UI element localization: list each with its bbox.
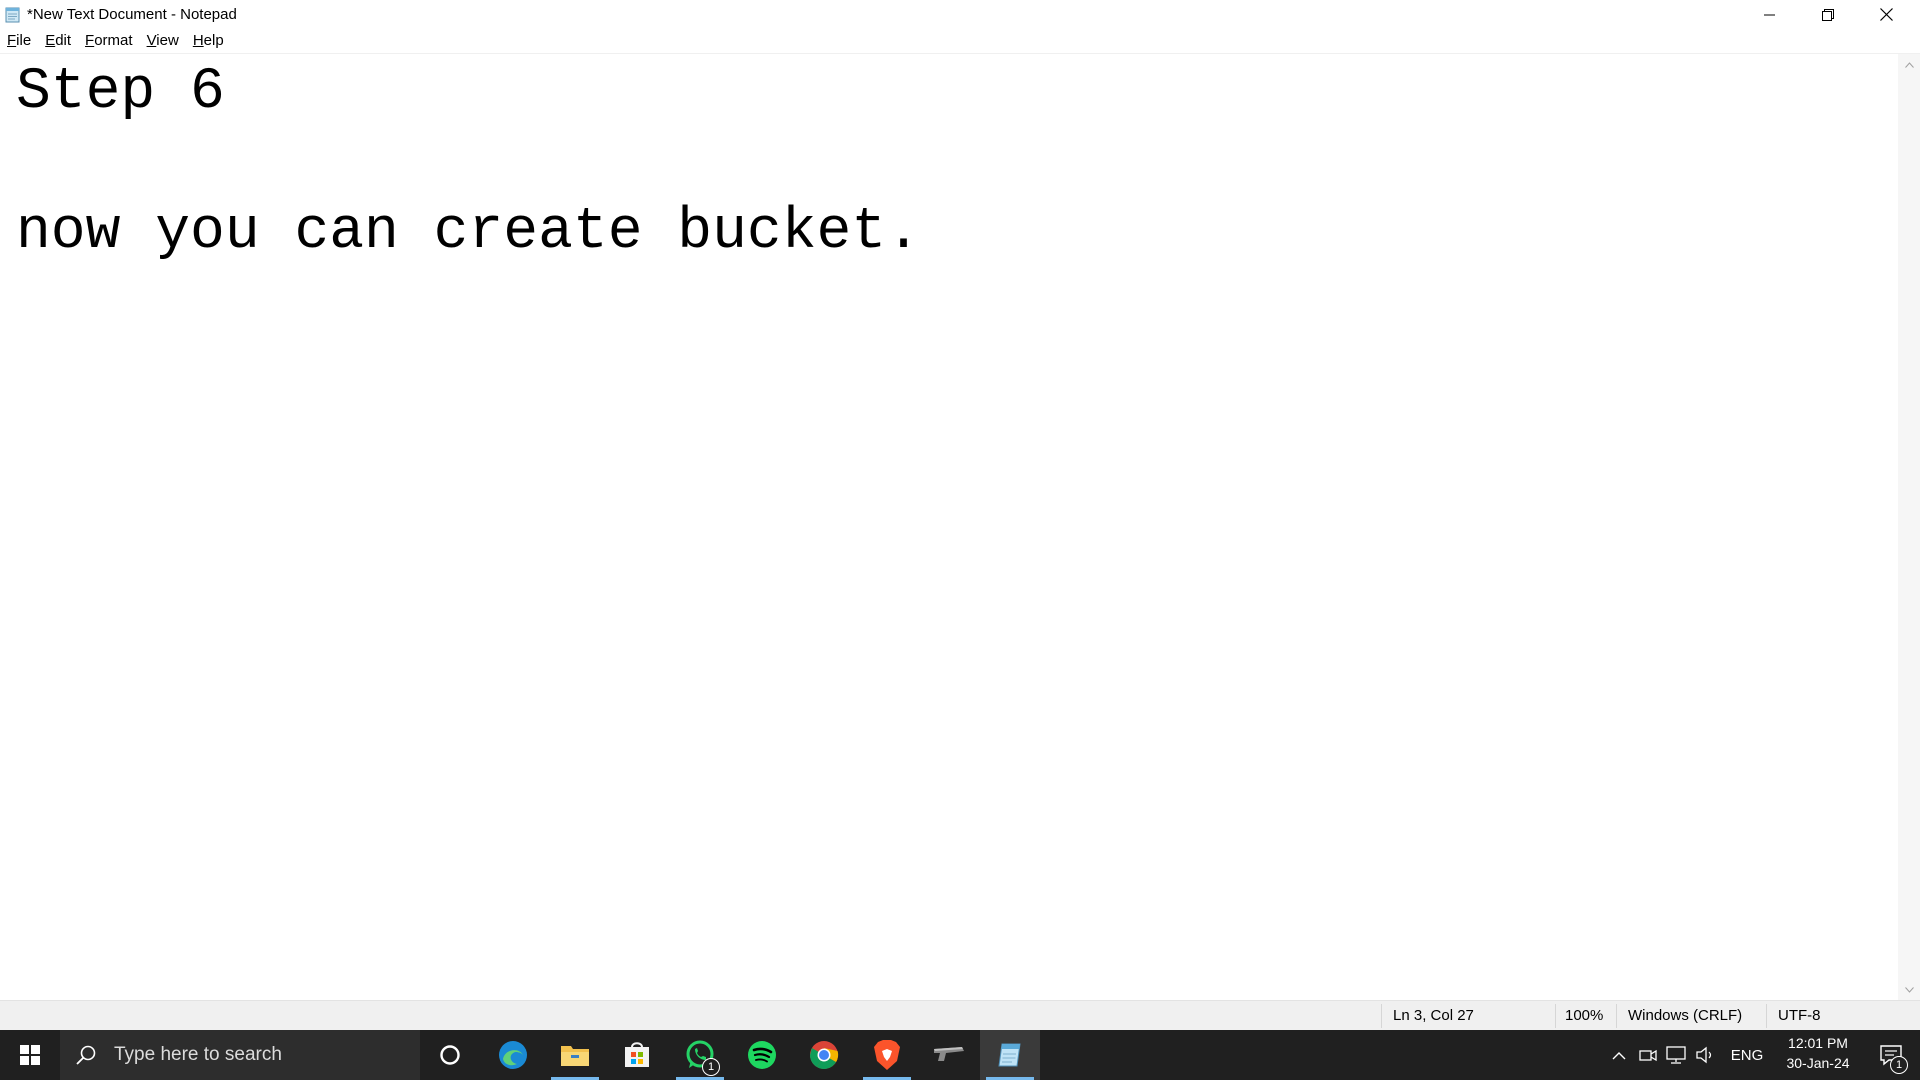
cursor-position: Ln 3, Col 27 <box>1393 1007 1474 1024</box>
cortana-icon <box>440 1045 460 1065</box>
start-button[interactable] <box>0 1030 60 1080</box>
taskbar-app-chrome[interactable] <box>794 1030 854 1080</box>
status-divider <box>1766 1004 1767 1028</box>
taskbar-app-brave[interactable] <box>857 1030 917 1080</box>
minimize-icon <box>1764 14 1775 15</box>
chevron-down-icon <box>1904 986 1914 993</box>
title-bar[interactable]: *New Text Document - Notepad <box>0 0 1920 29</box>
camera-icon <box>1639 1049 1657 1062</box>
text-editor[interactable]: Step 6 now you can create bucket. <box>0 54 1898 1000</box>
menu-file[interactable]: File <box>0 29 38 53</box>
windows-logo-icon <box>20 1045 40 1065</box>
input-language-button[interactable]: ENG <box>1726 1030 1768 1080</box>
speaker-icon <box>1696 1046 1712 1064</box>
status-bar: Ln 3, Col 27 100% Windows (CRLF) UTF-8 <box>0 1000 1920 1031</box>
restore-button[interactable] <box>1799 0 1857 29</box>
file-explorer-icon <box>561 1046 589 1066</box>
search-input[interactable] <box>112 1043 406 1067</box>
close-button[interactable] <box>1857 0 1915 29</box>
status-divider <box>1381 1004 1382 1028</box>
network-icon <box>1666 1046 1686 1064</box>
editor-content[interactable]: Step 6 now you can create bucket. <box>0 54 1898 272</box>
clock-date: 30-Jan-24 <box>1786 1055 1850 1071</box>
language-indicator: ENG <box>1730 1046 1764 1064</box>
menu-help[interactable]: Help <box>186 29 231 53</box>
brave-icon <box>874 1040 900 1070</box>
notepad-icon <box>5 7 20 23</box>
clock-time: 12:01 PM <box>1788 1035 1848 1051</box>
chrome-icon <box>810 1041 839 1069</box>
taskbar-search[interactable] <box>60 1030 420 1080</box>
taskbar-app-file-explorer[interactable] <box>545 1030 605 1080</box>
taskbar: 1 <box>0 1030 1920 1080</box>
taskbar-app-gun[interactable] <box>919 1030 979 1080</box>
status-divider <box>1616 1004 1617 1028</box>
taskbar-app-store[interactable] <box>607 1030 667 1080</box>
close-icon <box>1879 8 1893 21</box>
meet-now-button[interactable] <box>1635 1030 1661 1080</box>
taskbar-app-notepad[interactable] <box>980 1030 1040 1080</box>
line-ending: Windows (CRLF) <box>1628 1007 1743 1024</box>
window-title: *New Text Document - Notepad <box>27 6 237 23</box>
volume-button[interactable] <box>1692 1030 1718 1080</box>
taskbar-app-spotify[interactable] <box>732 1030 792 1080</box>
cortana-button[interactable] <box>420 1030 480 1080</box>
restore-icon <box>1822 8 1834 21</box>
status-divider <box>1555 1004 1556 1028</box>
minimize-button[interactable] <box>1741 0 1799 29</box>
chevron-up-icon <box>1904 61 1914 68</box>
spotify-icon <box>748 1041 776 1069</box>
menu-edit[interactable]: Edit <box>38 29 78 53</box>
menu-format[interactable]: Format <box>78 29 140 53</box>
notepad-icon <box>998 1043 1021 1067</box>
vertical-scrollbar[interactable] <box>1898 54 1920 1000</box>
scroll-down-arrow[interactable] <box>1898 981 1920 998</box>
show-hidden-icons-button[interactable] <box>1605 1030 1633 1080</box>
chevron-up-icon <box>1612 1051 1626 1059</box>
action-center-button[interactable]: 1 <box>1866 1030 1916 1080</box>
zoom-level: 100% <box>1565 1007 1604 1024</box>
network-button[interactable] <box>1663 1030 1689 1080</box>
clock-button[interactable]: 12:01 PM 30-Jan-24 <box>1770 1030 1866 1080</box>
notification-count-badge: 1 <box>1890 1056 1908 1074</box>
search-icon <box>76 1045 96 1065</box>
taskbar-app-whatsapp[interactable]: 1 <box>670 1030 730 1080</box>
edge-icon <box>499 1041 527 1069</box>
menu-bar: File Edit Format View Help <box>0 29 1920 54</box>
gun-app-icon <box>934 1047 964 1061</box>
encoding: UTF-8 <box>1778 1007 1821 1024</box>
scroll-up-arrow[interactable] <box>1898 56 1920 73</box>
taskbar-app-edge[interactable] <box>483 1030 543 1080</box>
notification-badge: 1 <box>702 1058 720 1076</box>
microsoft-store-icon <box>625 1042 649 1067</box>
menu-view[interactable]: View <box>140 29 186 53</box>
